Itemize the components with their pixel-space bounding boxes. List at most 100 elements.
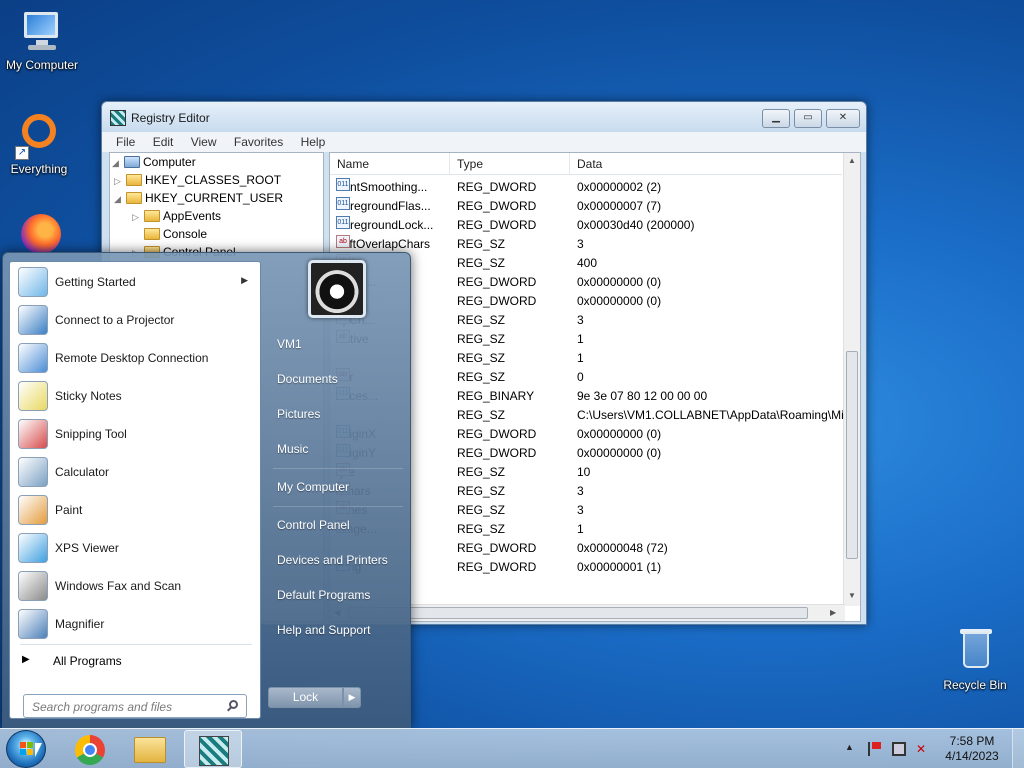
- column-header-name[interactable]: Name: [330, 153, 450, 175]
- desktop-icon-recycle-bin[interactable]: Recycle Bin: [933, 628, 1017, 692]
- value-data: 400: [577, 256, 598, 270]
- scroll-down-icon[interactable]: ▼: [848, 591, 856, 600]
- start-right-music[interactable]: Music: [269, 434, 409, 464]
- start-menu: Getting Started ▶ Connect to a Projector Re…: [2, 252, 411, 728]
- column-header-data[interactable]: Data: [570, 153, 842, 175]
- paint-icon: [18, 495, 48, 525]
- start-program-sticky-notes[interactable]: Sticky Notes: [14, 378, 258, 414]
- program-label: Snipping Tool: [55, 427, 127, 441]
- start-search-input[interactable]: Search programs and files: [23, 694, 247, 718]
- expand-icon[interactable]: ▷: [132, 208, 142, 226]
- scroll-up-icon[interactable]: ▲: [848, 156, 856, 165]
- chrome-icon: [75, 735, 105, 765]
- taskbar-clock[interactable]: 7:58 PM 4/14/2023: [936, 734, 1008, 764]
- start-right-default-programs[interactable]: Default Programs: [269, 580, 409, 610]
- windows-logo-icon: [20, 742, 34, 756]
- value-type: REG_DWORD: [457, 427, 537, 441]
- menu-help[interactable]: Help: [301, 132, 326, 152]
- lock-button[interactable]: Lock: [268, 687, 343, 708]
- horizontal-scroll-thumb[interactable]: [348, 607, 808, 619]
- start-program-snipping-tool[interactable]: Snipping Tool: [14, 416, 258, 452]
- taskbar-chrome-button[interactable]: [60, 730, 118, 768]
- title-bar[interactable]: Registry Editor ▁ ▭ ✕: [102, 102, 866, 132]
- projector-icon: [18, 305, 48, 335]
- vertical-scroll-thumb[interactable]: [846, 351, 858, 559]
- start-right-devices-printers[interactable]: Devices and Printers: [269, 545, 409, 575]
- value-name: 011 ForegroundLock...: [336, 216, 434, 232]
- all-programs-button[interactable]: ▶ All Programs: [14, 650, 258, 672]
- start-program-calculator[interactable]: Calculator: [14, 454, 258, 490]
- taskbar-regedit-button[interactable]: [184, 730, 242, 768]
- start-right-documents[interactable]: Documents: [269, 364, 409, 394]
- value-data: 1: [577, 522, 584, 536]
- scroll-right-icon[interactable]: ▶: [830, 608, 836, 617]
- maximize-button[interactable]: ▭: [794, 109, 822, 128]
- value-type: REG_DWORD: [457, 199, 537, 213]
- program-label: Remote Desktop Connection: [55, 351, 209, 365]
- action-center-flag-icon[interactable]: [868, 742, 882, 756]
- menu-view[interactable]: View: [191, 132, 217, 152]
- network-icon[interactable]: [892, 742, 906, 756]
- start-program-xps-viewer[interactable]: XPS Viewer: [14, 530, 258, 566]
- value-data: 0x00000048 (72): [577, 541, 668, 555]
- tree-item-hkey-classes-root[interactable]: ▷ HKEY_CLASSES_ROOT: [114, 171, 281, 189]
- collapse-icon[interactable]: ◢: [112, 154, 122, 172]
- value-name: 011 FontSmoothing...: [336, 178, 428, 194]
- start-program-projector[interactable]: Connect to a Projector: [14, 302, 258, 338]
- column-header-type[interactable]: Type: [450, 153, 570, 175]
- value-data: 3: [577, 484, 584, 498]
- volume-muted-icon[interactable]: ✕: [916, 742, 930, 756]
- registry-value-row[interactable]: 011 ForegroundLock... REG_DWORD 0x00030d40 …: [330, 216, 842, 235]
- binary-value-icon: 011: [336, 178, 350, 191]
- tree-item-console[interactable]: Console: [132, 225, 207, 243]
- submenu-arrow-icon: ▶: [241, 275, 248, 285]
- start-program-fax-scan[interactable]: Windows Fax and Scan: [14, 568, 258, 604]
- menu-bar: File Edit View Favorites Help: [102, 132, 866, 152]
- desktop-icon-my-computer[interactable]: My Computer: [0, 8, 84, 72]
- window-title: Registry Editor: [131, 111, 210, 125]
- fax-scan-icon: [18, 571, 48, 601]
- vertical-scrollbar[interactable]: ▲ ▼: [843, 153, 860, 606]
- everything-icon: ↗: [15, 112, 63, 160]
- desktop-icon-everything[interactable]: ↗ Everything: [0, 112, 81, 176]
- minimize-button[interactable]: ▁: [762, 109, 790, 128]
- clock-date: 4/14/2023: [945, 749, 999, 763]
- tree-item-hkey-current-user[interactable]: ◢ HKEY_CURRENT_USER: [114, 189, 283, 207]
- registry-value-row[interactable]: 011 FontSmoothing... REG_DWORD 0x00000002 (…: [330, 178, 842, 197]
- menu-file[interactable]: File: [116, 132, 135, 152]
- shutdown-options-arrow-icon[interactable]: ▶: [343, 687, 361, 708]
- menu-favorites[interactable]: Favorites: [234, 132, 283, 152]
- expand-icon[interactable]: ▷: [114, 172, 124, 190]
- clock-time: 7:58 PM: [949, 734, 995, 748]
- collapse-icon[interactable]: ◢: [114, 190, 124, 208]
- start-program-remote-desktop[interactable]: Remote Desktop Connection: [14, 340, 258, 376]
- start-program-paint[interactable]: Paint: [14, 492, 258, 528]
- taskbar-explorer-button[interactable]: [121, 730, 179, 768]
- folder-icon: [144, 210, 160, 222]
- tree-item-computer[interactable]: ◢ Computer: [112, 153, 196, 171]
- start-right-control-panel[interactable]: Control Panel: [269, 510, 409, 540]
- value-data: 0: [577, 370, 584, 384]
- start-right-my-computer[interactable]: My Computer: [269, 472, 409, 502]
- search-icon[interactable]: [227, 700, 239, 712]
- close-button[interactable]: ✕: [826, 109, 860, 128]
- folder-icon: [126, 174, 142, 186]
- start-program-getting-started[interactable]: Getting Started ▶: [14, 264, 258, 300]
- registry-value-row[interactable]: 011 ForegroundFlas... REG_DWORD 0x00000007 …: [330, 197, 842, 216]
- start-right-vm1[interactable]: VM1: [269, 329, 409, 359]
- start-right-help-support[interactable]: Help and Support: [269, 615, 409, 645]
- start-right-pictures[interactable]: Pictures: [269, 399, 409, 429]
- program-label: Paint: [55, 503, 83, 517]
- show-hidden-icons-icon[interactable]: ▲: [845, 742, 854, 752]
- calculator-icon: [18, 457, 48, 487]
- value-type: REG_SZ: [457, 522, 506, 536]
- sticky-notes-icon: [18, 381, 48, 411]
- value-type: REG_SZ: [457, 256, 506, 270]
- show-desktop-button[interactable]: [1012, 729, 1024, 768]
- tree-item-appevents[interactable]: ▷ AppEvents: [132, 207, 221, 225]
- separator: [273, 506, 403, 507]
- registry-value-row[interactable]: ab LeftOverlapChars REG_SZ 3: [330, 235, 842, 254]
- user-avatar[interactable]: [308, 260, 366, 318]
- menu-edit[interactable]: Edit: [153, 132, 174, 152]
- start-program-magnifier[interactable]: Magnifier: [14, 606, 258, 642]
